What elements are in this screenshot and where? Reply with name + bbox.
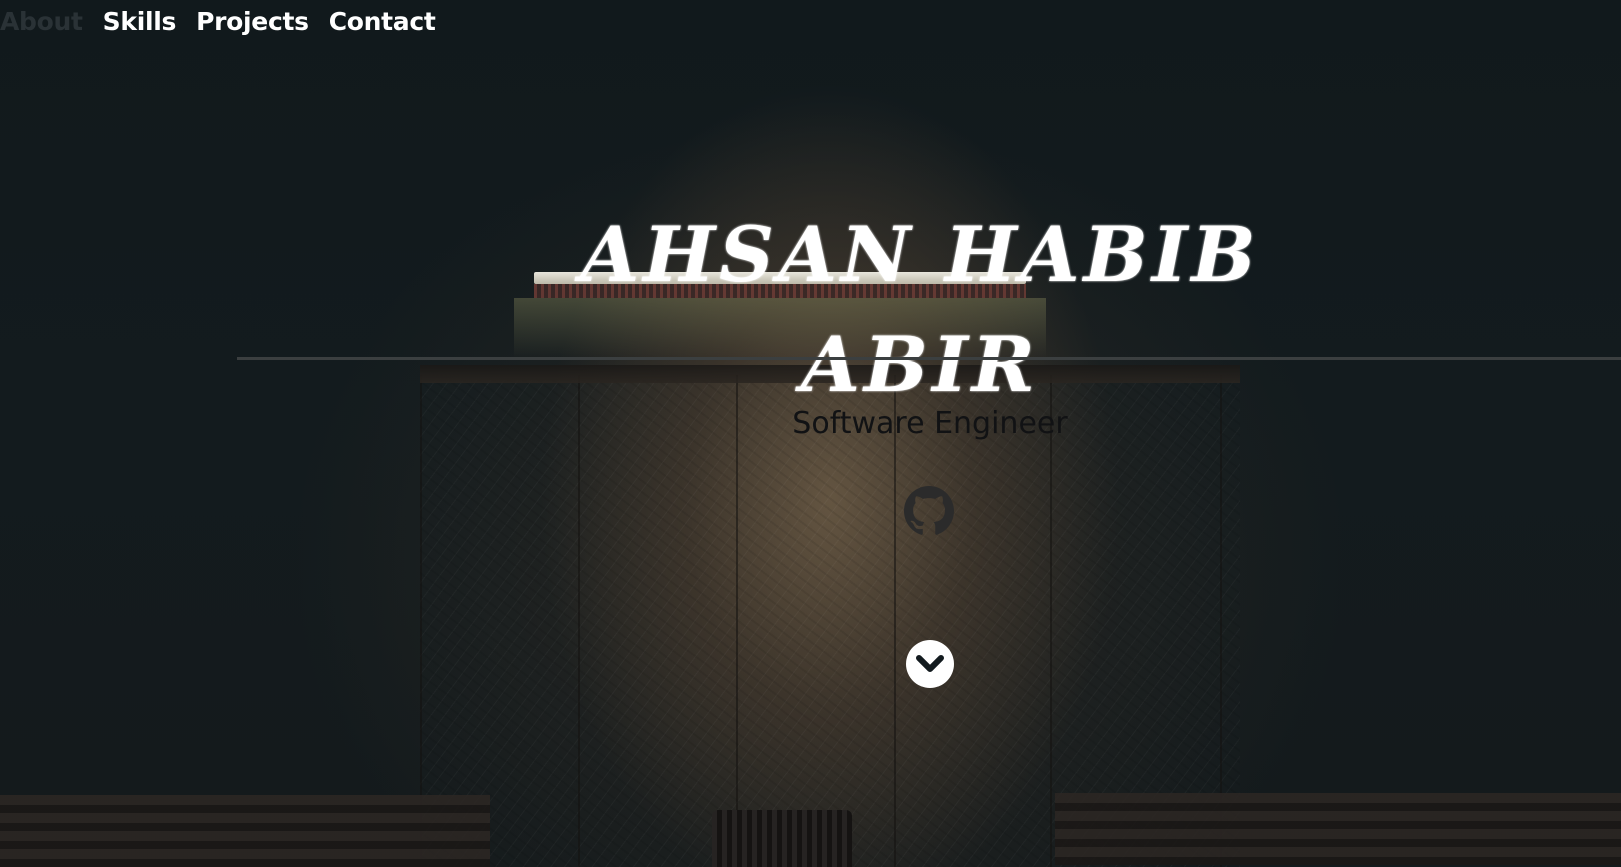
nav-projects[interactable]: Projects xyxy=(196,4,309,40)
hero-role: Software Engineer xyxy=(792,406,1068,441)
scroll-down-button[interactable] xyxy=(906,640,954,688)
hero-name: Ahsan Habib Abir xyxy=(580,210,1260,409)
bench-left xyxy=(0,795,490,867)
github-icon xyxy=(904,486,954,535)
nav-about[interactable]: About xyxy=(0,4,83,40)
wall-panel-line xyxy=(894,375,896,867)
trash-bin xyxy=(712,810,852,867)
nav-skills[interactable]: Skills xyxy=(103,4,177,40)
wall-panel-line xyxy=(420,375,422,867)
nav-contact[interactable]: Contact xyxy=(329,4,436,40)
chevron-down-icon xyxy=(916,655,944,672)
wall-panel-line xyxy=(736,375,738,867)
bench-right xyxy=(1055,793,1621,865)
main-nav: About Skills Projects Contact xyxy=(0,4,436,40)
divider xyxy=(237,357,1621,360)
wall-panel-line xyxy=(1050,375,1052,867)
wall-panel-line xyxy=(578,375,580,867)
github-link[interactable] xyxy=(904,486,954,536)
